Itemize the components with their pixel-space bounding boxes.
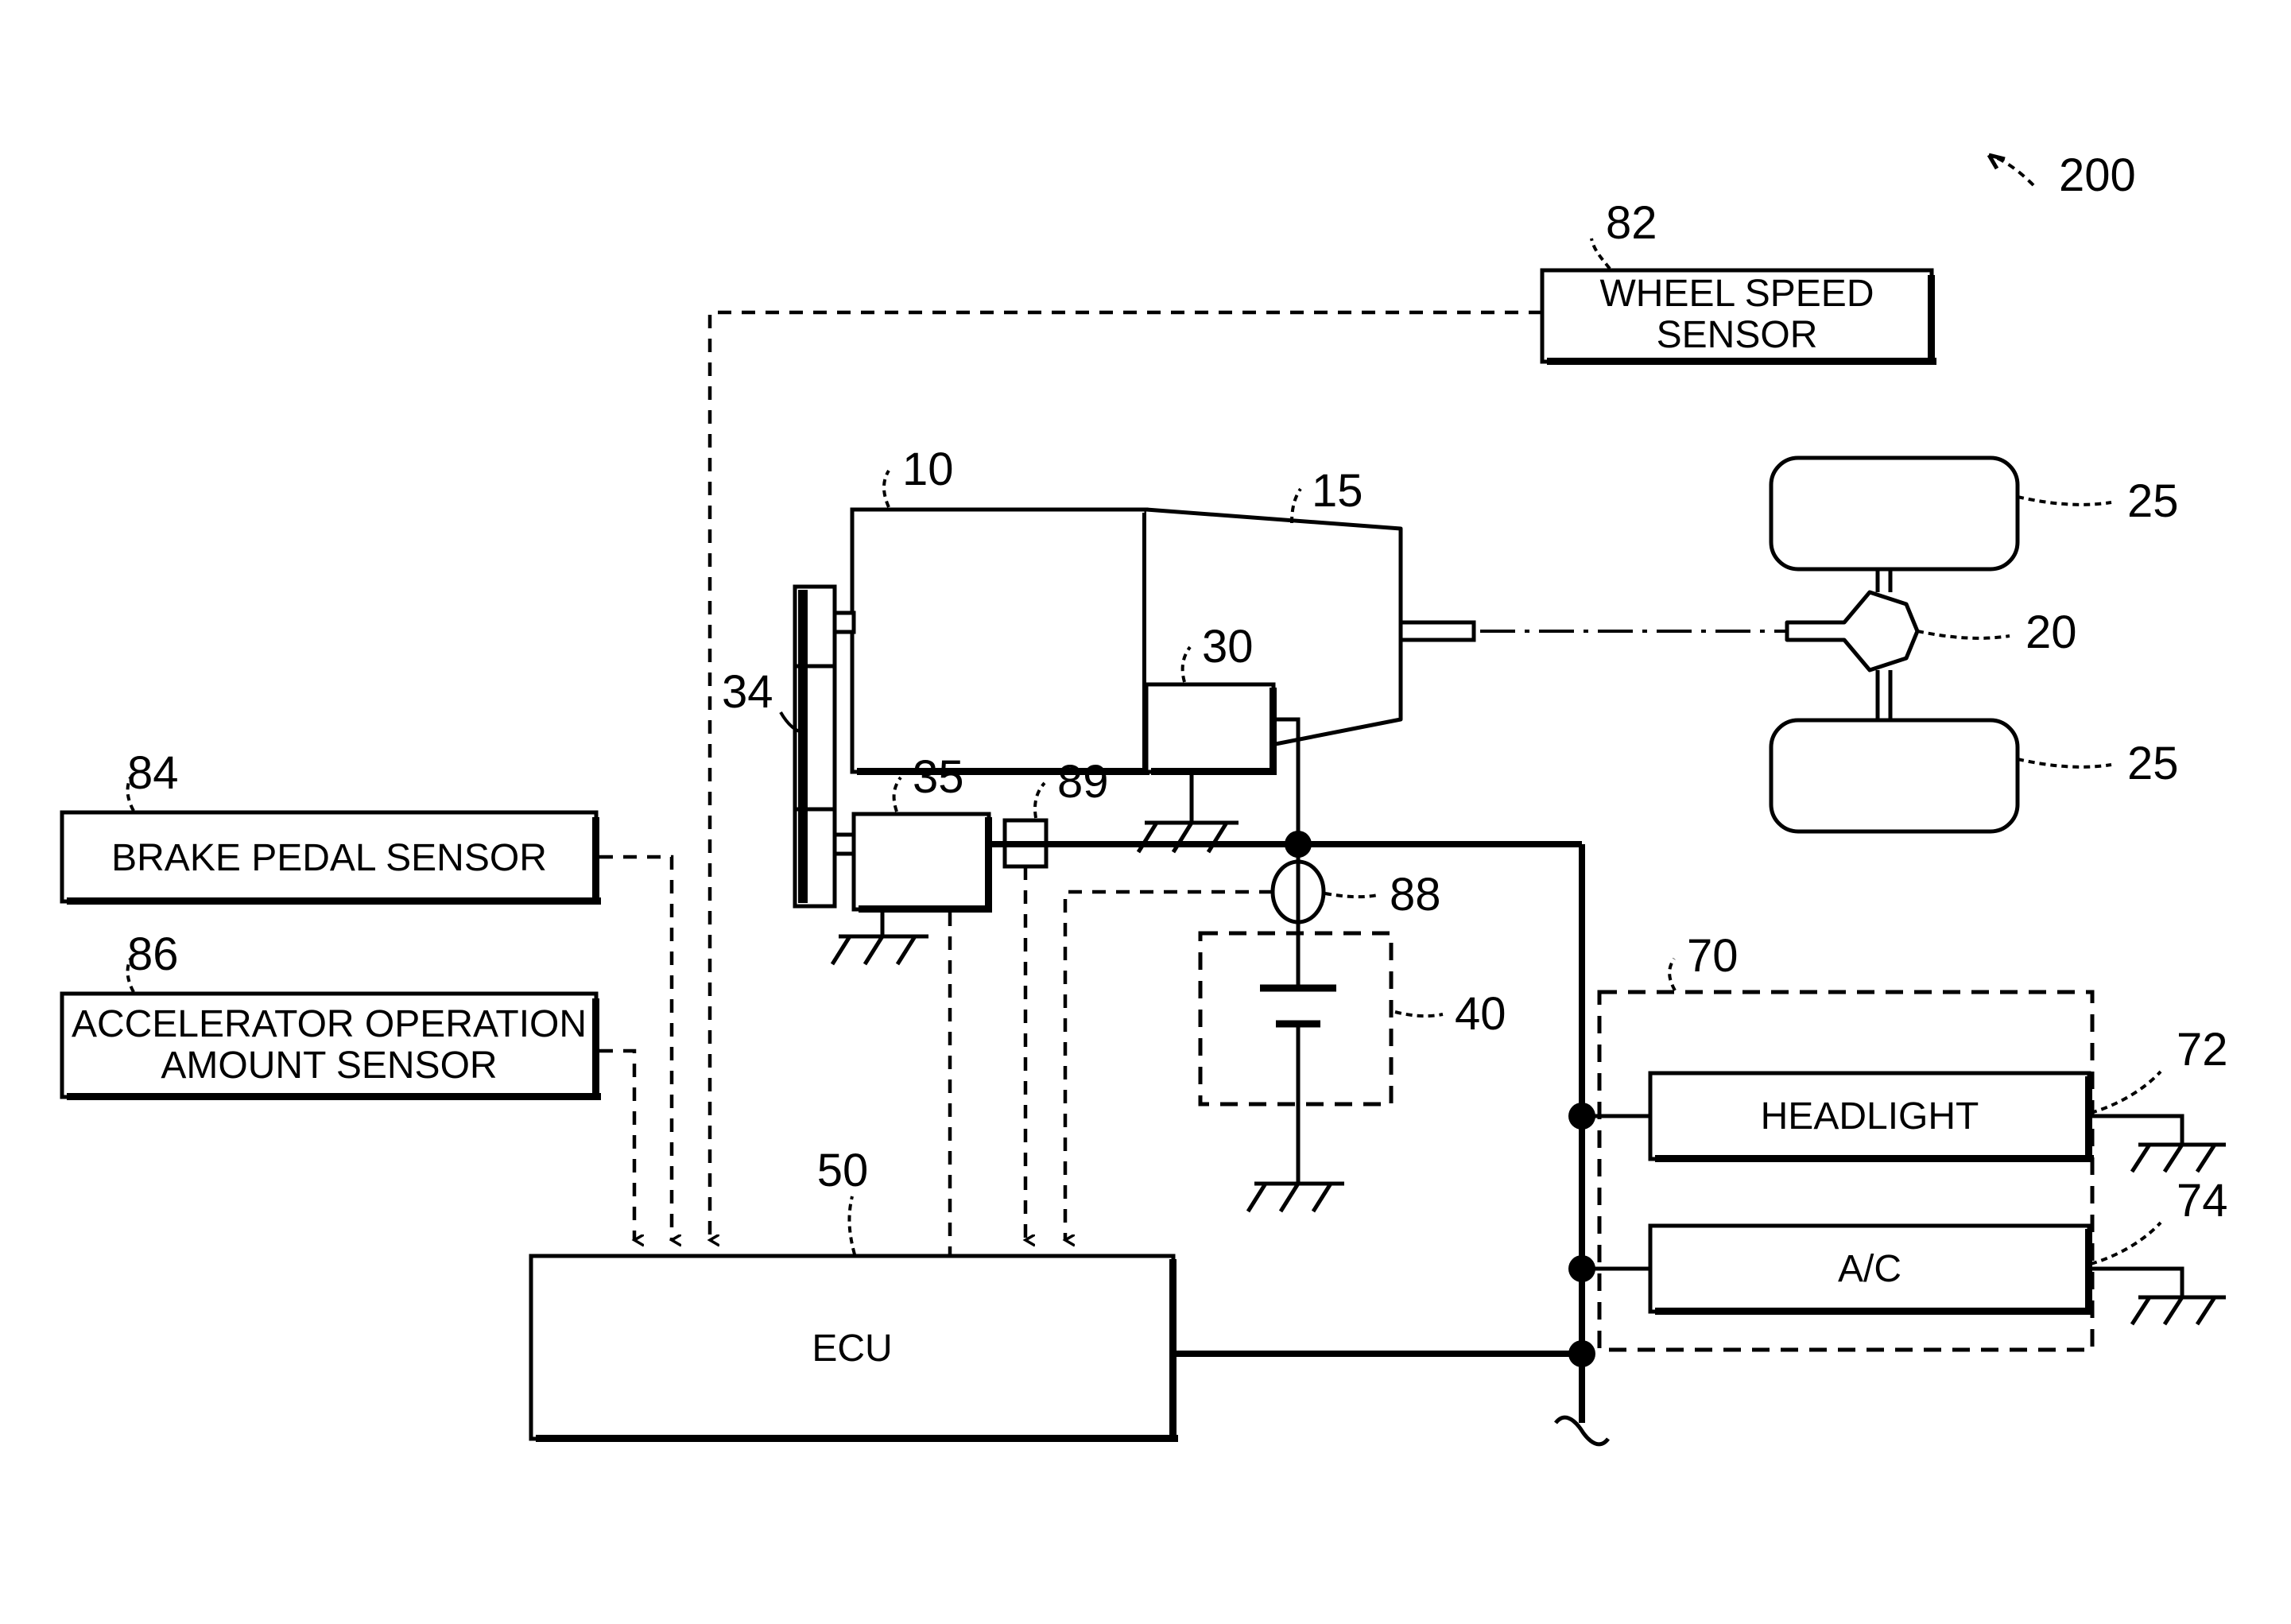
- ecu-output-power-wire: [1177, 1340, 1595, 1367]
- headlight-ground-icon: [2092, 1114, 2226, 1173]
- ref-leader-50: [847, 1196, 856, 1255]
- driver-block[interactable]: [851, 812, 992, 913]
- ref-label-25-upper: 25: [2127, 475, 2179, 527]
- ref-label-10: 10: [902, 444, 954, 495]
- ref-leader-35: [892, 776, 902, 812]
- driver-ground-icon: [830, 913, 928, 966]
- ref-label-89: 89: [1057, 756, 1109, 808]
- ref-label-84: 84: [127, 747, 179, 799]
- ref-label-82: 82: [1606, 197, 1657, 249]
- ref-leader-25-upper: [2017, 495, 2112, 506]
- headlight-feed-wire: [1568, 1103, 1650, 1130]
- ref-label-20: 20: [2025, 607, 2077, 658]
- current-sensor-88[interactable]: [1270, 844, 1326, 941]
- ref-label-70: 70: [1687, 930, 1739, 982]
- ref-leader-20: [1917, 630, 2010, 640]
- air-conditioner-feed-wire: [1568, 1255, 1650, 1282]
- ref-label-25-lower: 25: [2127, 738, 2179, 789]
- ref-leader-70: [1668, 957, 1677, 991]
- battery-enclosure: [1198, 931, 1394, 1107]
- battery-ground-icon: [1246, 1181, 1344, 1213]
- current-sensor-89[interactable]: [1002, 818, 1049, 869]
- ref-label-86: 86: [127, 928, 179, 980]
- wheel-upper[interactable]: [1769, 455, 2020, 572]
- brake-pedal-sensor-label: BRAKE PEDAL SENSOR: [111, 837, 547, 879]
- ref-label-34: 34: [722, 666, 773, 718]
- signal-wire-brake-pedal: [599, 855, 672, 1240]
- wheel-lower[interactable]: [1769, 718, 2020, 834]
- wheel-speed-sensor-label-line1: WHEEL SPEED: [1600, 273, 1874, 315]
- ref-label-30: 30: [1202, 621, 1254, 672]
- stator-connector-lower: [832, 832, 856, 856]
- ref-leader-89: [1033, 781, 1046, 819]
- accelerator-sensor-label-line1: ACCELERATOR OPERATION: [72, 1003, 587, 1045]
- ref-label-200: 200: [2059, 149, 2136, 201]
- ref-leader-88: [1324, 892, 1378, 899]
- ref-label-50: 50: [817, 1145, 869, 1196]
- ref-leader-15: [1290, 487, 1302, 524]
- ref-label-72: 72: [2177, 1024, 2228, 1076]
- battery-symbol[interactable]: [1260, 933, 1336, 1184]
- signal-wire-88: [1065, 890, 1273, 1240]
- ref-leader-74: [2090, 1221, 2162, 1265]
- ref-leader-10: [882, 469, 890, 508]
- ref-label-74: 74: [2177, 1175, 2228, 1227]
- ref-label-15: 15: [1312, 465, 1363, 517]
- accelerator-sensor-label-line2: AMOUNT SENSOR: [161, 1045, 497, 1087]
- ref-leader-72: [2090, 1070, 2162, 1114]
- field-coil-stack[interactable]: [793, 584, 837, 909]
- inverter-block[interactable]: [1144, 682, 1277, 775]
- inverter-ground-icon: [1136, 772, 1239, 854]
- system-diagram-svg: 200 WHEEL SPEED SENSOR 82 10 15 34 30 35…: [60, 149, 2228, 1447]
- differential-block[interactable]: [1785, 590, 1920, 672]
- system-ref-pointer: [1987, 153, 2035, 187]
- ref-leader-25-lower: [2017, 758, 2112, 769]
- patent-figure-canvas: 200 WHEEL SPEED SENSOR 82 10 15 34 30 35…: [0, 0, 2291, 1624]
- output-shaft: [1398, 620, 1476, 642]
- air-conditioner-ground-icon: [2092, 1266, 2226, 1326]
- wheel-speed-sensor-label-line2: SENSOR: [1657, 314, 1818, 356]
- ref-label-40: 40: [1455, 988, 1506, 1040]
- air-conditioner-label: A/C: [1838, 1248, 1901, 1290]
- ecu-label: ECU: [812, 1327, 892, 1370]
- motor-block[interactable]: [850, 507, 1149, 775]
- ref-leader-40: [1394, 1010, 1444, 1018]
- signal-wire-accelerator: [599, 1048, 634, 1240]
- ref-label-35: 35: [913, 751, 964, 803]
- ref-label-88-value: 88: [1390, 869, 1441, 921]
- stator-connector-upper: [832, 610, 856, 634]
- headlight-label: HEADLIGHT: [1761, 1095, 1979, 1138]
